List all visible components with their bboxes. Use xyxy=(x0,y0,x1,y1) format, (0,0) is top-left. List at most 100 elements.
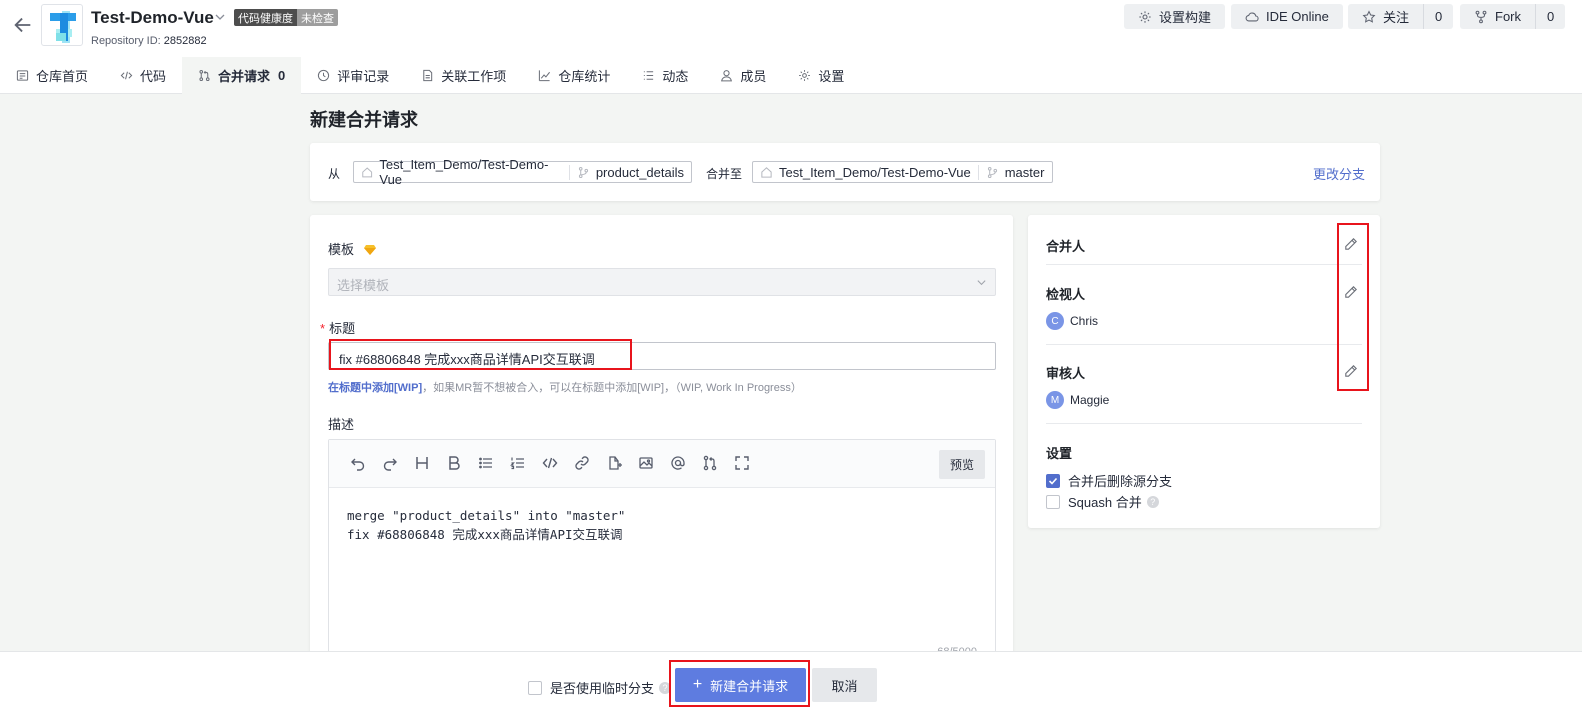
description-textarea[interactable]: merge "product_details" into "master" fi… xyxy=(347,506,625,544)
avatar: M xyxy=(1046,391,1064,409)
merge-settings-panel: 合并人 检视人 C Chris 审核人 M Maggie 设置 合并后删除源分支… xyxy=(1028,215,1380,528)
target-branch-selector[interactable]: Test_Item_Demo/Test-Demo-Vue master xyxy=(752,161,1053,183)
required-mark: * xyxy=(320,321,326,336)
settings-build-button[interactable]: 设置构建 xyxy=(1124,4,1226,29)
activity-icon xyxy=(644,71,654,80)
bullet-list-icon[interactable] xyxy=(478,455,494,471)
pencil-icon[interactable] xyxy=(1344,237,1358,251)
squash-merge-checkbox[interactable] xyxy=(1046,494,1060,509)
repo-header: Test-Demo-Vue 代码健康度 未检查 Repository ID: 2… xyxy=(0,0,1582,94)
settings-label: 设置 xyxy=(1046,446,1073,461)
tab-repo-home[interactable]: 仓库首页 xyxy=(0,57,104,94)
badge-value: 未检查 xyxy=(297,9,338,26)
heading-icon[interactable] xyxy=(414,455,430,471)
cloud-icon xyxy=(1245,12,1259,21)
repo-name[interactable]: Test-Demo-Vue xyxy=(91,8,214,28)
delete-source-branch-checkbox[interactable] xyxy=(1046,473,1060,488)
target-branch[interactable]: master xyxy=(977,164,1052,180)
approver-maggie[interactable]: M Maggie xyxy=(1046,391,1109,409)
cancel-button[interactable]: 取消 xyxy=(812,668,877,702)
template-label: 模板 xyxy=(328,239,376,258)
branch-selector-card: 从 Test_Item_Demo/Test-Demo-Vue product_d… xyxy=(310,143,1380,201)
tab-activity[interactable]: 动态 xyxy=(626,57,704,94)
back-arrow-icon[interactable] xyxy=(12,14,34,36)
fork-count[interactable]: 0 xyxy=(1535,4,1565,29)
attachment-icon[interactable] xyxy=(606,455,622,471)
check-icon xyxy=(1048,477,1058,485)
title-input[interactable]: fix #68806848 完成xxx商品详情API交互联调 xyxy=(328,342,996,370)
template-select[interactable]: 选择模板 xyxy=(328,268,996,296)
plus-icon: + xyxy=(692,676,703,693)
chevron-down-icon[interactable] xyxy=(214,11,226,23)
pencil-icon[interactable] xyxy=(1344,364,1358,378)
fork-icon xyxy=(1475,10,1487,23)
help-icon[interactable]: ? xyxy=(659,681,672,694)
image-icon[interactable] xyxy=(638,455,654,471)
code-health-badge[interactable]: 代码健康度 未检查 xyxy=(234,9,338,26)
add-wip-link[interactable]: 在标题中添加[WIP] xyxy=(328,382,422,394)
tab-settings[interactable]: 设置 xyxy=(782,57,860,94)
numbered-list-icon[interactable] xyxy=(510,455,526,471)
pencil-icon[interactable] xyxy=(1344,285,1358,299)
title-label: * 标题 xyxy=(320,321,356,336)
bold-icon[interactable] xyxy=(446,455,462,471)
fullscreen-icon[interactable] xyxy=(734,455,750,471)
mention-icon[interactable] xyxy=(670,455,686,471)
editor-toolbar: 预览 xyxy=(329,440,995,488)
create-merge-request-button[interactable]: + 新建合并请求 xyxy=(675,668,806,702)
target-repo[interactable]: Test_Item_Demo/Test-Demo-Vue xyxy=(753,165,978,180)
from-label: 从 xyxy=(328,167,341,181)
merge-to-label: 合并至 xyxy=(706,167,743,181)
undo-icon[interactable] xyxy=(350,455,366,471)
fork-button[interactable]: Fork 0 xyxy=(1460,4,1566,29)
branch-icon xyxy=(578,166,588,178)
tab-merge-request[interactable]: 合并请求 0 xyxy=(182,57,302,94)
link-icon[interactable] xyxy=(574,455,590,471)
delete-source-branch-option[interactable]: 合并后删除源分支 xyxy=(1046,471,1172,490)
temp-branch-checkbox[interactable] xyxy=(528,680,542,695)
reviewer-label: 检视人 xyxy=(1046,287,1086,302)
watch-count[interactable]: 0 xyxy=(1423,4,1453,29)
footer-actions: 是否使用临时分支 ? + 新建合并请求 取消 xyxy=(0,651,1582,717)
help-icon[interactable]: ? xyxy=(1146,495,1159,508)
source-repo[interactable]: Test_Item_Demo/Test-Demo-Vue xyxy=(354,157,569,187)
statistics-icon xyxy=(539,70,551,82)
gear-icon xyxy=(1139,10,1151,23)
diamond-icon xyxy=(363,245,376,255)
merge-request-ref-icon[interactable] xyxy=(702,455,718,471)
reviewer-chris[interactable]: C Chris xyxy=(1046,312,1098,330)
source-branch[interactable]: product_details xyxy=(568,164,691,180)
watch-button[interactable]: 关注 0 xyxy=(1348,4,1454,29)
description-label: 描述 xyxy=(328,417,355,432)
merge-request-icon xyxy=(199,69,210,82)
chevron-down-icon xyxy=(977,280,986,286)
badge-label: 代码健康度 xyxy=(234,9,297,26)
repo-home-icon xyxy=(16,70,29,81)
preview-button[interactable]: 预览 xyxy=(939,450,985,479)
repo-tabs: 仓库首页 代码 合并请求 0 评审记录 关联工作项 仓库统计 动态 成员 设置 xyxy=(0,57,860,94)
tab-code[interactable]: 代码 xyxy=(104,57,182,94)
tab-work-item[interactable]: 关联工作项 xyxy=(405,57,522,94)
tab-member[interactable]: 成员 xyxy=(704,57,782,94)
repository-id: Repository ID: 2852882 xyxy=(91,35,207,47)
merger-label: 合并人 xyxy=(1046,239,1086,254)
approver-label: 审核人 xyxy=(1046,366,1086,381)
redo-icon[interactable] xyxy=(382,455,398,471)
description-editor: 预览 merge "product_details" into "master"… xyxy=(328,439,996,679)
squash-merge-option[interactable]: Squash 合并 ? xyxy=(1046,492,1159,511)
code-block-icon[interactable] xyxy=(542,455,558,471)
merge-request-form: 模板 选择模板 * 标题 fix #68806848 完成xxx商品详情API交互… xyxy=(310,215,1013,679)
temp-branch-option[interactable]: 是否使用临时分支 ? xyxy=(528,678,672,697)
house-icon xyxy=(362,166,373,177)
branch-icon xyxy=(987,166,997,178)
member-icon xyxy=(721,70,733,82)
tab-review-record[interactable]: 评审记录 xyxy=(301,57,405,94)
house-icon xyxy=(761,166,772,178)
change-branch-link[interactable]: 更改分支 xyxy=(1313,164,1365,183)
source-branch-selector[interactable]: Test_Item_Demo/Test-Demo-Vue product_det… xyxy=(353,157,692,187)
page-title: 新建合并请求 xyxy=(310,110,418,130)
ide-online-button[interactable]: IDE Online xyxy=(1231,4,1343,29)
tab-statistics[interactable]: 仓库统计 xyxy=(522,57,626,94)
work-item-icon xyxy=(423,69,433,82)
wip-hint: 在标题中添加[WIP]，如果MR暂不想被合入，可以在标题中添加[WIP]，（WI… xyxy=(328,382,802,394)
